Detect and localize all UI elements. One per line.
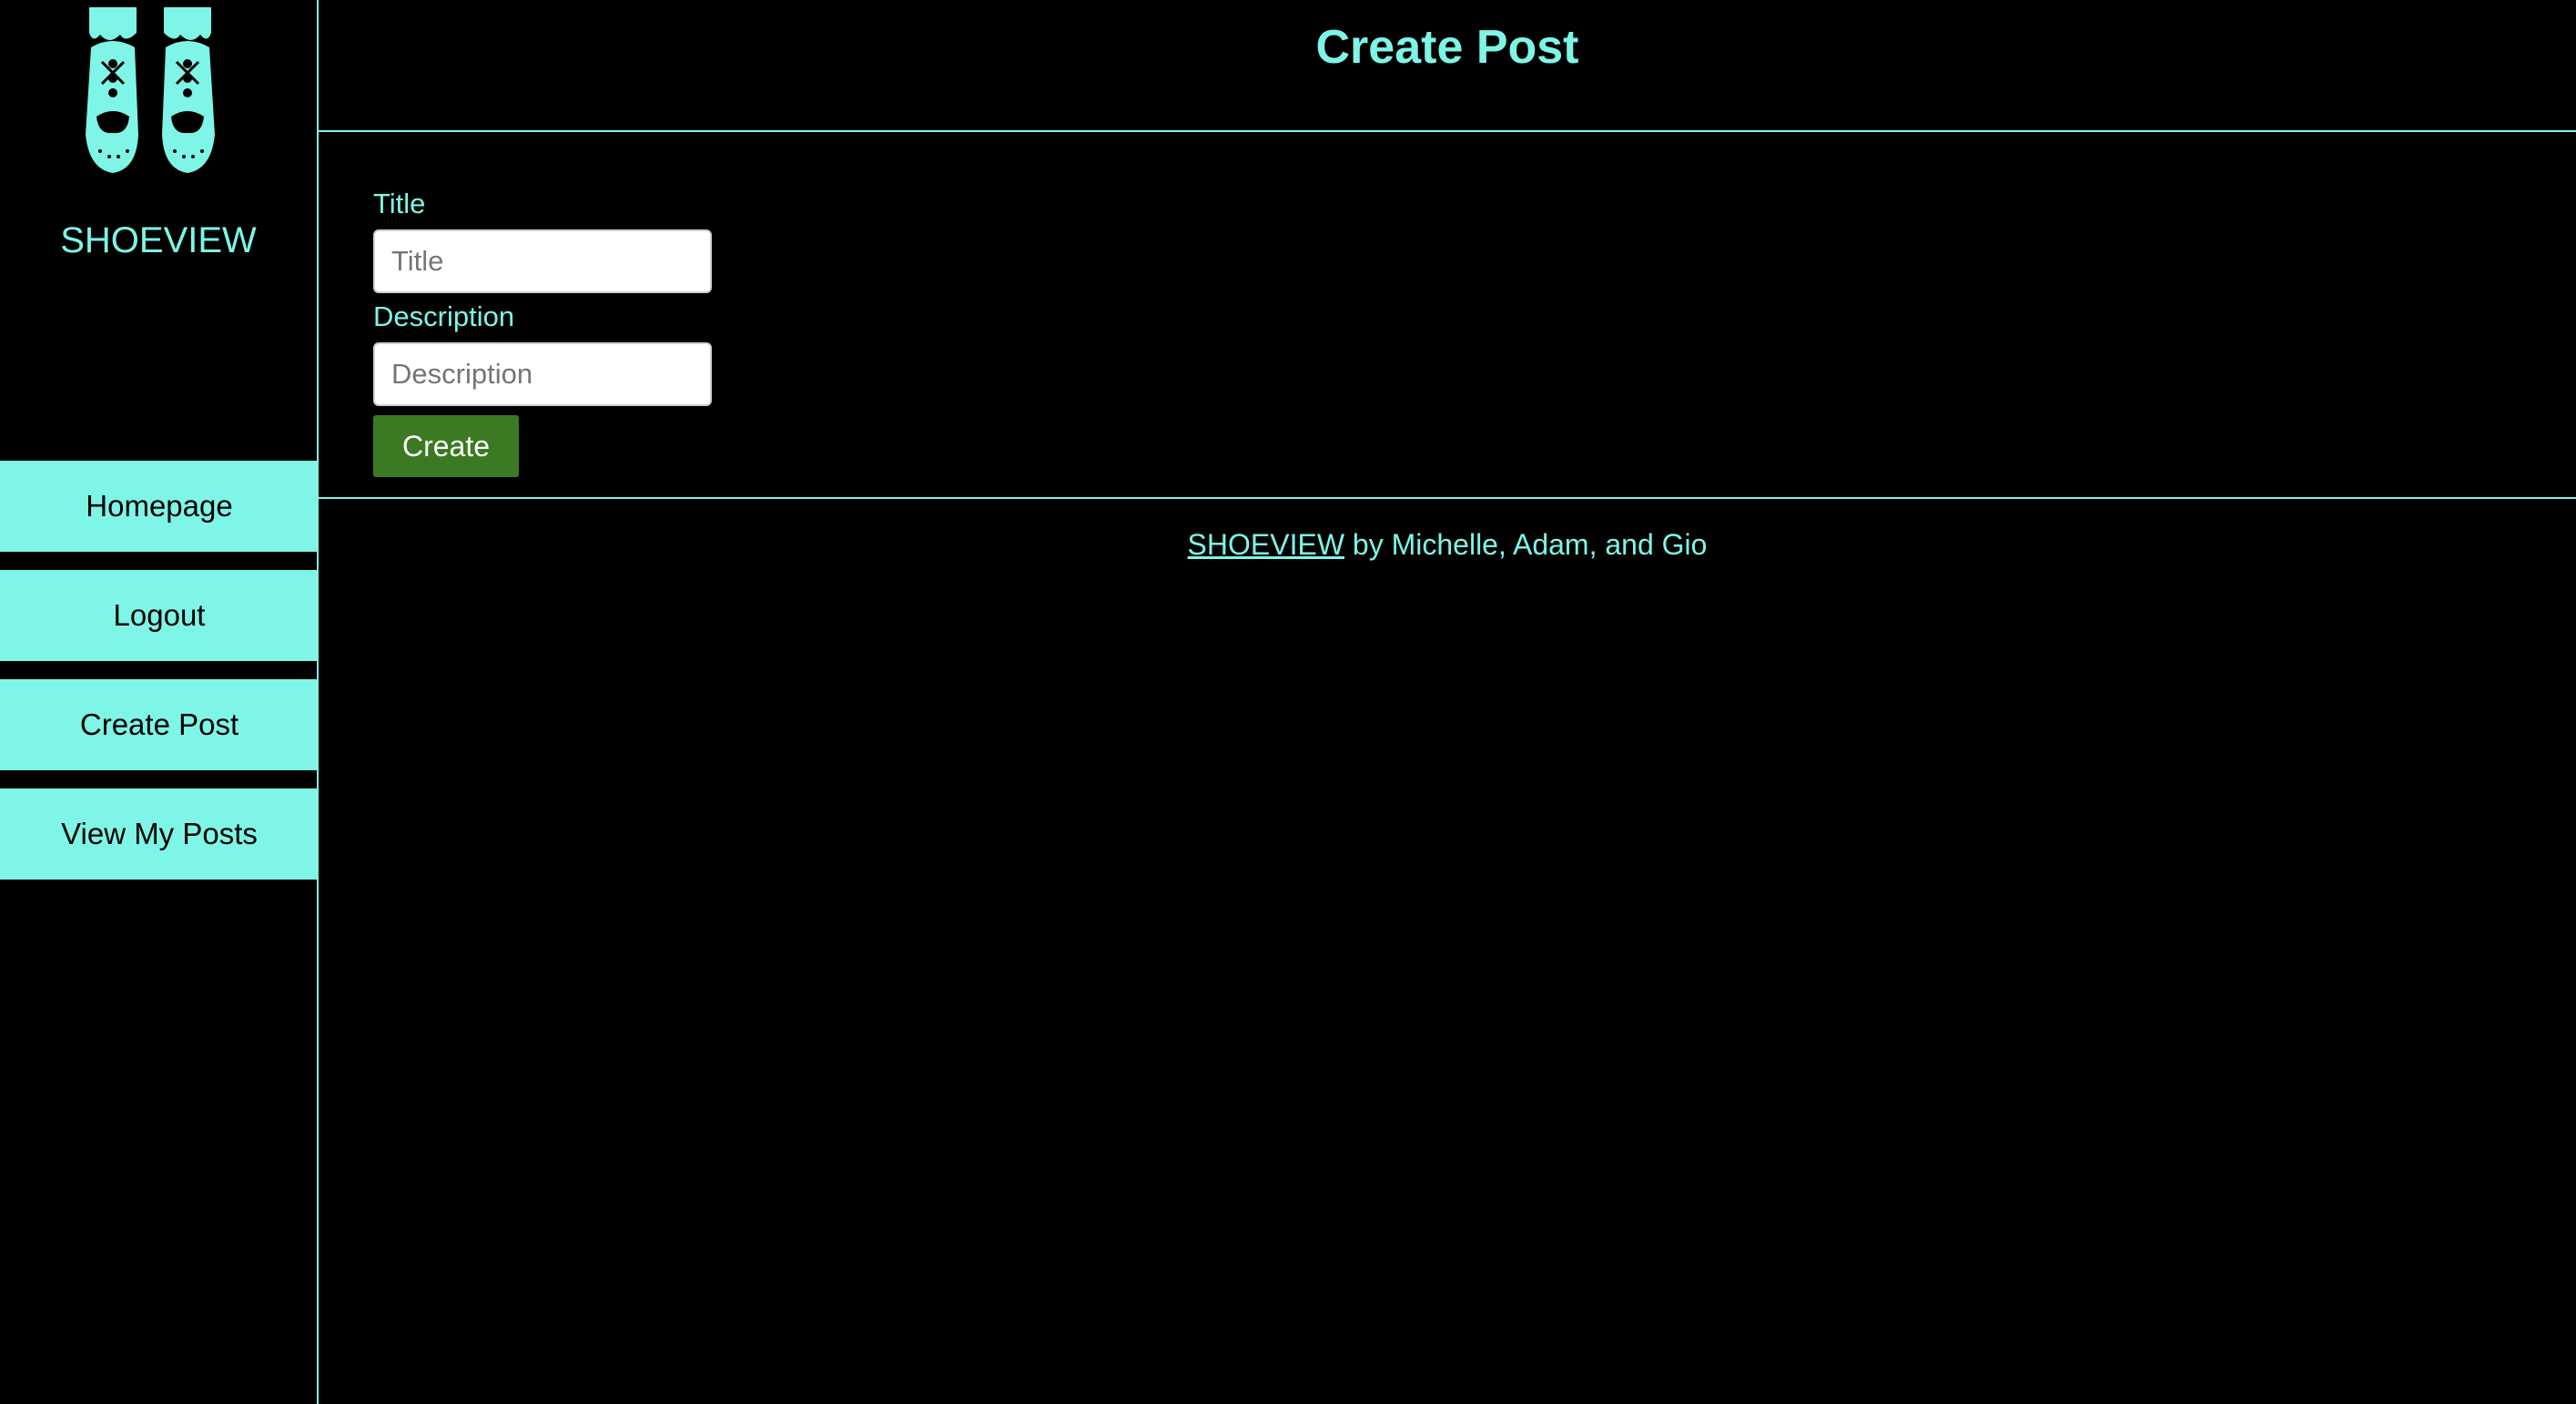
nav-homepage[interactable]: Homepage (0, 461, 319, 552)
main-content: Create Post Title Description Create SHO… (319, 0, 2576, 1404)
page-title: Create Post (1315, 21, 1579, 74)
nav-logout[interactable]: Logout (0, 570, 319, 661)
header-divider (319, 130, 2576, 132)
footer: SHOEVIEW by Michelle, Adam, and Gio (319, 528, 2576, 562)
brand-name: SHOEVIEW (60, 220, 257, 260)
footer-divider (319, 497, 2576, 499)
nav-view-my-posts[interactable]: View My Posts (0, 788, 319, 880)
description-input[interactable] (373, 342, 712, 406)
nav-create-post[interactable]: Create Post (0, 679, 319, 770)
footer-brand-link[interactable]: SHOEVIEW (1188, 528, 1344, 561)
create-button[interactable]: Create (373, 415, 519, 477)
description-label: Description (373, 300, 515, 332)
shoes-logo-icon (86, 7, 215, 173)
title-label: Title (373, 188, 426, 219)
title-input[interactable] (373, 229, 712, 293)
footer-credit: by Michelle, Adam, and Gio (1344, 528, 1708, 561)
sidebar: SHOEVIEW Homepage Logout Create Post Vie… (0, 0, 319, 1404)
